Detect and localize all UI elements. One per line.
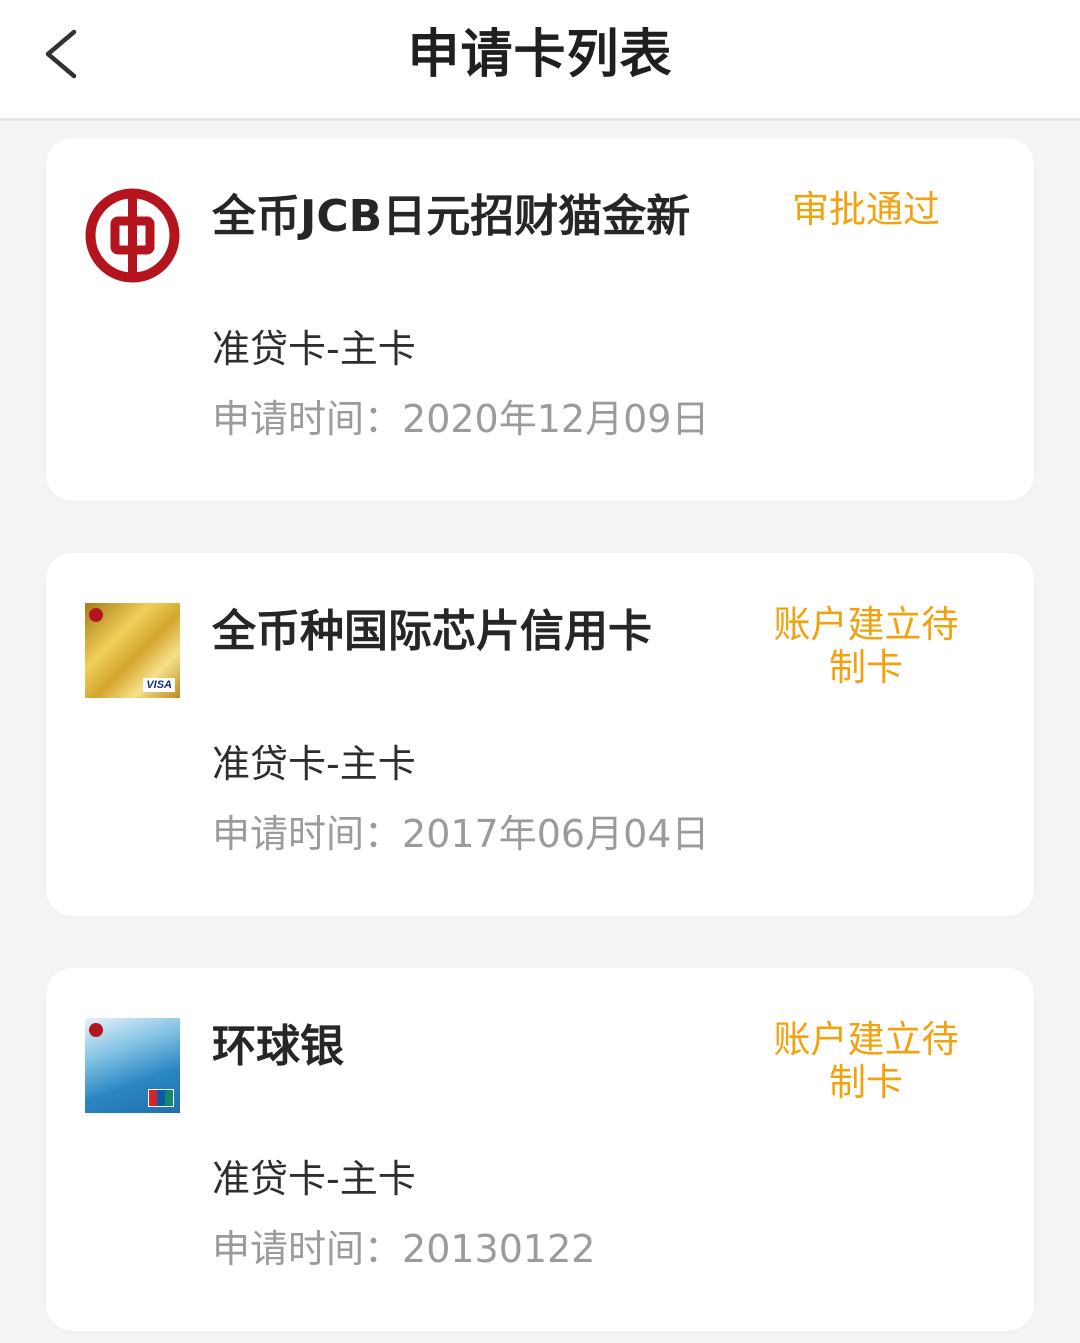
application-date: 申请时间：20130122	[212, 1226, 595, 1272]
card-name: 全币JCB日元招财猫金新	[212, 191, 691, 242]
card-name: 环球银	[212, 1021, 344, 1072]
status-badge: 账户建立待制卡	[773, 603, 959, 689]
unionpay-logo-icon	[148, 1089, 174, 1107]
bank-of-china-logo-icon	[85, 188, 180, 283]
card-type: 准贷卡-主卡	[212, 327, 416, 371]
status-badge: 审批通过	[792, 188, 940, 231]
page-title: 申请卡列表	[407, 25, 673, 85]
bank-mini-logo-icon	[89, 1023, 103, 1037]
blue-unionpay-card-icon	[85, 1018, 180, 1113]
top-bar: 申请卡列表	[0, 0, 1080, 121]
date-value: 2020年12月09日	[402, 397, 710, 441]
date-value: 20130122	[402, 1227, 596, 1271]
application-card-2[interactable]: VISA 全币种国际芯片信用卡 账户建立待制卡 准贷卡-主卡 申请时间：2017…	[46, 553, 1034, 916]
card-name: 全币种国际芯片信用卡	[212, 606, 652, 657]
application-card-1[interactable]: 全币JCB日元招财猫金新 审批通过 准贷卡-主卡 申请时间：2020年12月09…	[46, 138, 1034, 501]
gold-visa-card-icon: VISA	[85, 603, 180, 698]
application-date: 申请时间：2017年06月04日	[212, 811, 709, 857]
date-label: 申请时间：	[212, 812, 403, 856]
date-label: 申请时间：	[212, 397, 403, 441]
bank-mini-logo-icon	[89, 608, 103, 622]
application-card-3[interactable]: 环球银 账户建立待制卡 准贷卡-主卡 申请时间：20130122	[46, 968, 1034, 1331]
status-badge: 账户建立待制卡	[773, 1018, 959, 1104]
card-type: 准贷卡-主卡	[212, 742, 416, 786]
date-value: 2017年06月04日	[402, 812, 710, 856]
date-label: 申请时间：	[212, 1227, 403, 1271]
application-date: 申请时间：2020年12月09日	[212, 396, 709, 442]
card-type: 准贷卡-主卡	[212, 1157, 416, 1201]
visa-logo-icon: VISA	[143, 678, 175, 692]
